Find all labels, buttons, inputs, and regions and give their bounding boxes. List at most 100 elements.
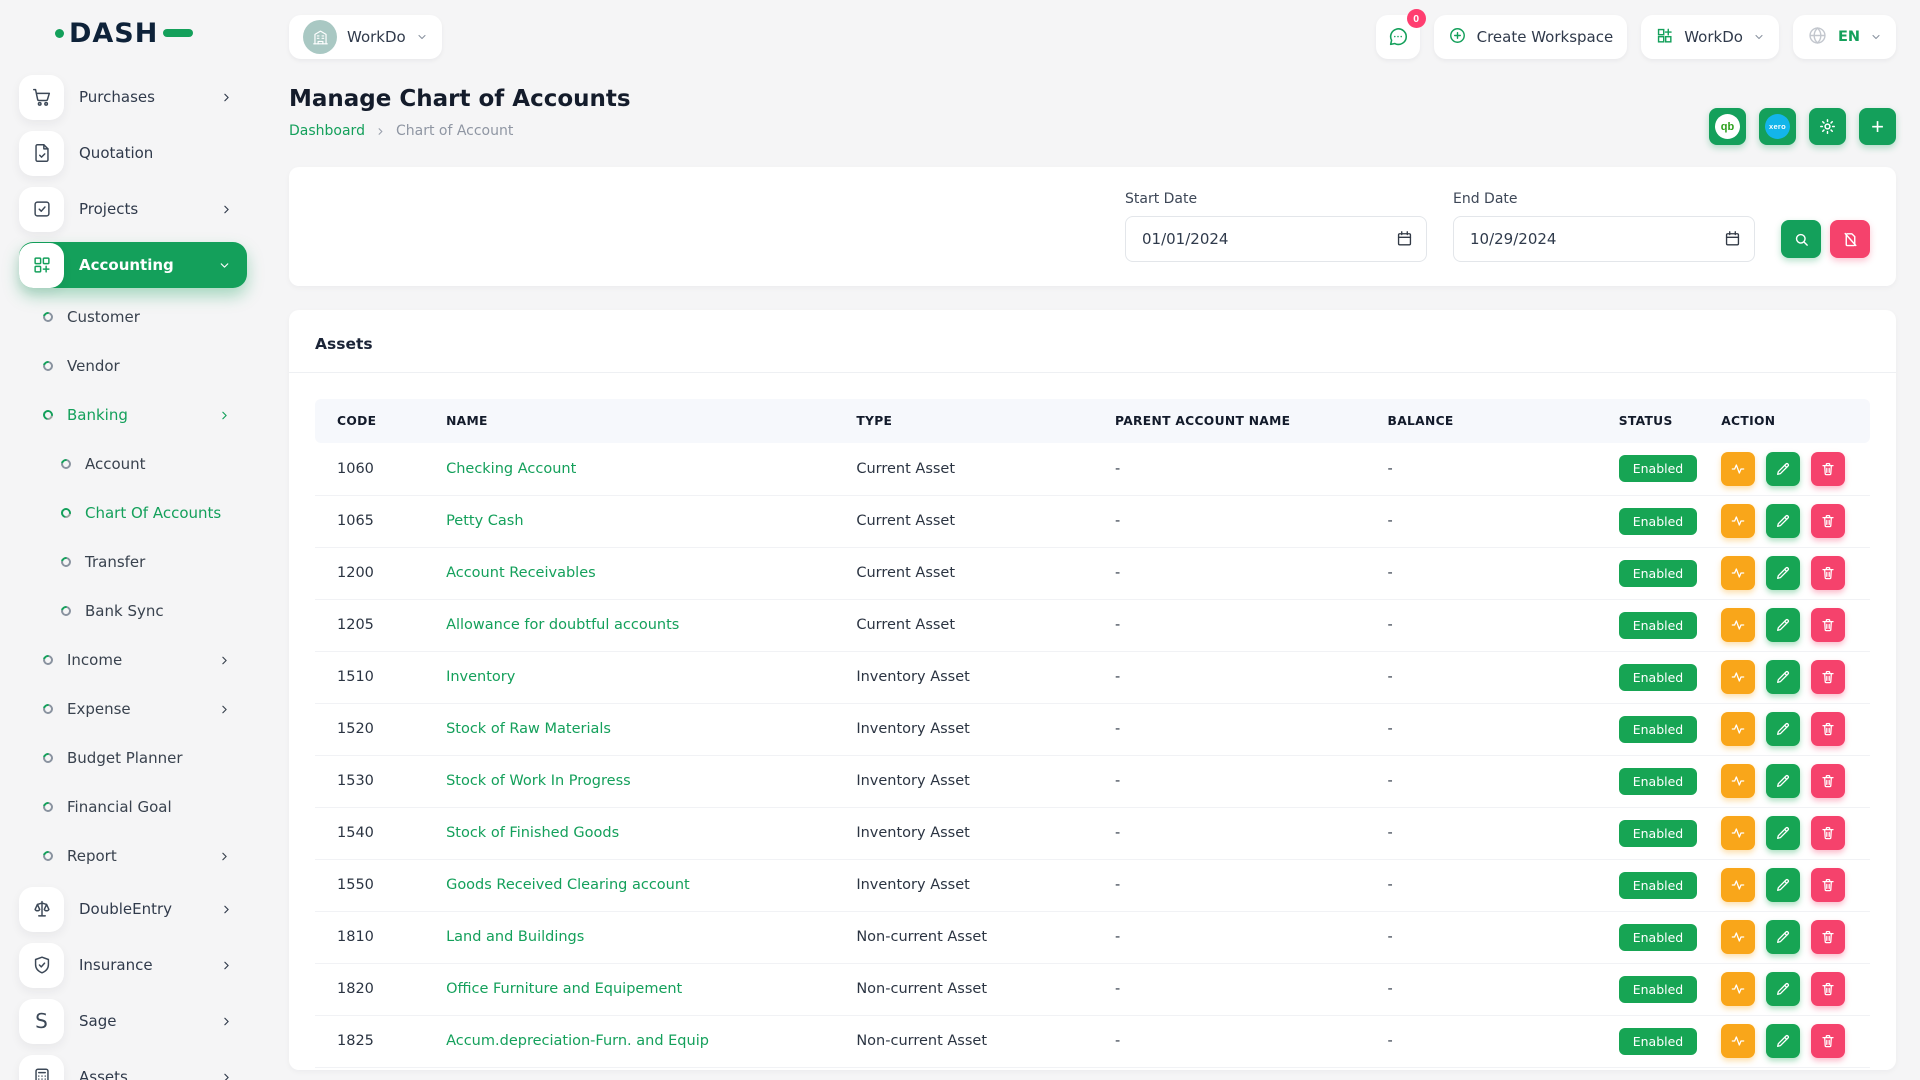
delete-button[interactable] — [1811, 920, 1845, 954]
account-name-link[interactable]: Land and Buildings — [446, 929, 584, 945]
sidebar-item-insurance[interactable]: Insurance — [19, 942, 247, 988]
transactions-button[interactable] — [1721, 452, 1755, 486]
status-badge[interactable]: Enabled — [1619, 872, 1698, 899]
status-badge[interactable]: Enabled — [1619, 455, 1698, 482]
edit-button[interactable] — [1766, 608, 1800, 642]
edit-button[interactable] — [1766, 660, 1800, 694]
transactions-button[interactable] — [1721, 972, 1755, 1006]
edit-button[interactable] — [1766, 1024, 1800, 1058]
status-badge[interactable]: Enabled — [1619, 508, 1698, 535]
delete-button[interactable] — [1811, 556, 1845, 590]
account-name-link[interactable]: Accum.depreciation-Furn. and Equip — [446, 1033, 709, 1049]
account-name-link[interactable]: Petty Cash — [446, 513, 523, 529]
sidebar-item-projects[interactable]: Projects — [19, 186, 247, 232]
language-selector[interactable]: EN — [1793, 15, 1896, 59]
edit-button[interactable] — [1766, 972, 1800, 1006]
cell-parent-account: - — [1103, 703, 1376, 755]
status-badge[interactable]: Enabled — [1619, 820, 1698, 847]
transactions-button[interactable] — [1721, 504, 1755, 538]
status-badge[interactable]: Enabled — [1619, 768, 1698, 795]
create-workspace-button[interactable]: Create Workspace — [1434, 15, 1628, 59]
account-name-link[interactable]: Stock of Work In Progress — [446, 773, 631, 789]
sidebar-item-doubleentry[interactable]: DoubleEntry — [19, 886, 247, 932]
status-badge[interactable]: Enabled — [1619, 716, 1698, 743]
transactions-button[interactable] — [1721, 608, 1755, 642]
account-name-link[interactable]: Account Receivables — [446, 565, 596, 581]
transactions-button[interactable] — [1721, 920, 1755, 954]
account-name-link[interactable]: Checking Account — [446, 461, 576, 477]
search-button[interactable] — [1781, 220, 1821, 258]
sidebar-item-assets[interactable]: Assets — [19, 1054, 247, 1080]
breadcrumb-dashboard-link[interactable]: Dashboard — [289, 123, 365, 139]
reset-filter-button[interactable] — [1830, 220, 1870, 258]
cell-code: 1540 — [315, 807, 434, 859]
edit-button[interactable] — [1766, 868, 1800, 902]
sidebar-item-budget-planner[interactable]: Budget Planner — [19, 739, 247, 777]
transactions-button[interactable] — [1721, 1024, 1755, 1058]
transactions-button[interactable] — [1721, 712, 1755, 746]
sidebar-item-transfer[interactable]: Transfer — [19, 543, 247, 581]
status-badge[interactable]: Enabled — [1619, 664, 1698, 691]
edit-button[interactable] — [1766, 452, 1800, 486]
account-name-link[interactable]: Goods Received Clearing account — [446, 877, 690, 893]
status-badge[interactable]: Enabled — [1619, 1028, 1698, 1055]
sidebar-item-account[interactable]: Account — [19, 445, 247, 483]
messages-button[interactable]: 0 — [1376, 15, 1420, 59]
edit-button[interactable] — [1766, 920, 1800, 954]
edit-button[interactable] — [1766, 556, 1800, 590]
delete-button[interactable] — [1811, 816, 1845, 850]
delete-button[interactable] — [1811, 608, 1845, 642]
sidebar-item-report[interactable]: Report — [19, 837, 247, 875]
edit-button[interactable] — [1766, 712, 1800, 746]
sidebar-item-bank-sync[interactable]: Bank Sync — [19, 592, 247, 630]
sidebar-item-purchases[interactable]: Purchases — [19, 74, 247, 120]
transactions-button[interactable] — [1721, 556, 1755, 590]
sidebar-item-customer[interactable]: Customer — [19, 298, 247, 336]
row-actions — [1721, 452, 1858, 486]
add-account-button[interactable]: + — [1859, 108, 1896, 145]
settings-button[interactable] — [1809, 108, 1846, 145]
status-badge[interactable]: Enabled — [1619, 560, 1698, 587]
start-date-input[interactable] — [1125, 216, 1427, 262]
delete-button[interactable] — [1811, 504, 1845, 538]
delete-button[interactable] — [1811, 452, 1845, 486]
app-logo[interactable]: DASH — [55, 18, 193, 49]
sidebar-item-sage[interactable]: SSage — [19, 998, 247, 1044]
delete-button[interactable] — [1811, 1024, 1845, 1058]
delete-button[interactable] — [1811, 712, 1845, 746]
sidebar-item-accounting[interactable]: Accounting — [19, 242, 247, 288]
sidebar-item-quotation[interactable]: Quotation — [19, 130, 247, 176]
cell-code: 1530 — [315, 755, 434, 807]
sidebar-item-chart-of-accounts[interactable]: Chart Of Accounts — [19, 494, 247, 532]
status-badge[interactable]: Enabled — [1619, 612, 1698, 639]
edit-button[interactable] — [1766, 816, 1800, 850]
transactions-button[interactable] — [1721, 660, 1755, 694]
delete-button[interactable] — [1811, 660, 1845, 694]
edit-button[interactable] — [1766, 764, 1800, 798]
sidebar-item-expense[interactable]: Expense — [19, 690, 247, 728]
account-name-link[interactable]: Stock of Finished Goods — [446, 825, 619, 841]
transactions-button[interactable] — [1721, 816, 1755, 850]
status-badge[interactable]: Enabled — [1619, 976, 1698, 1003]
delete-button[interactable] — [1811, 868, 1845, 902]
sidebar-item-banking[interactable]: Banking — [19, 396, 247, 434]
delete-button[interactable] — [1811, 764, 1845, 798]
sidebar-item-income[interactable]: Income — [19, 641, 247, 679]
account-name-link[interactable]: Allowance for doubtful accounts — [446, 617, 679, 633]
account-name-link[interactable]: Office Furniture and Equipement — [446, 981, 682, 997]
transactions-button[interactable] — [1721, 764, 1755, 798]
delete-button[interactable] — [1811, 972, 1845, 1006]
account-name-link[interactable]: Inventory — [446, 669, 515, 685]
status-badge[interactable]: Enabled — [1619, 924, 1698, 951]
quickbooks-button[interactable]: qb — [1709, 108, 1746, 145]
workspace-selector[interactable]: WorkDo — [289, 15, 442, 59]
transactions-button[interactable] — [1721, 868, 1755, 902]
workdo-apps-menu[interactable]: WorkDo — [1641, 15, 1779, 59]
sidebar-item-vendor[interactable]: Vendor — [19, 347, 247, 385]
edit-button[interactable] — [1766, 504, 1800, 538]
sidebar-item-financial-goal[interactable]: Financial Goal — [19, 788, 247, 826]
xero-button[interactable]: xero — [1759, 108, 1796, 145]
end-date-input[interactable] — [1453, 216, 1755, 262]
cell-parent-account: - — [1103, 1015, 1376, 1067]
account-name-link[interactable]: Stock of Raw Materials — [446, 721, 611, 737]
